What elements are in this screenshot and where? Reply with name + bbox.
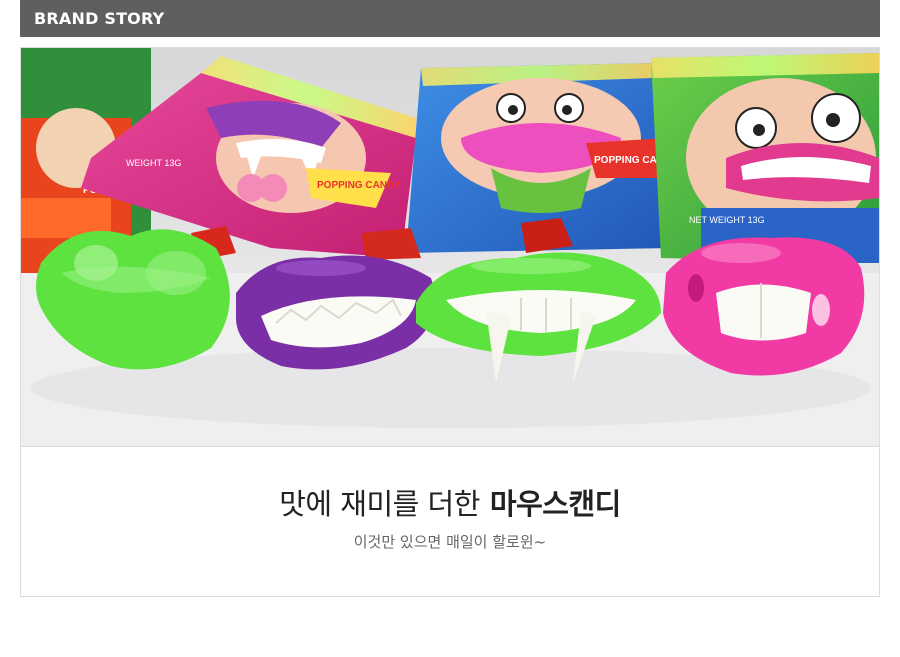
- section-title: BRAND STORY: [34, 9, 165, 28]
- headline-bold: 마우스캔디: [489, 487, 621, 521]
- pack-weight-pink: WEIGHT 13G: [126, 158, 181, 168]
- pink-teeth-candy: [663, 237, 865, 376]
- product-illustration: POPPING CANDY POPPING CANDY WEIGHT 13G: [21, 48, 879, 446]
- candy-pack-green: NET WEIGHT 13G: [651, 53, 879, 263]
- brand-story-section: BRAND STORY POPPING CANDY WEIGHT 13G POP…: [20, 0, 880, 597]
- brand-card: POPPING CANDY POPPING CANDY WEIGHT 13G: [20, 47, 880, 597]
- product-photo: POPPING CANDY POPPING CANDY WEIGHT 13G: [21, 48, 879, 447]
- section-header: BRAND STORY: [20, 0, 880, 37]
- pack-weight-green: NET WEIGHT 13G: [689, 215, 765, 225]
- pack-label-pink: POPPING CANDY: [317, 180, 401, 191]
- subline: 이것만 있으면 매일이 할로윈~: [353, 533, 547, 551]
- headline-light: 맛에 재미를 더한: [279, 487, 480, 521]
- headline: 맛에 재미를 더한 마우스캔디: [21, 481, 879, 523]
- caption-block: 맛에 재미를 더한 마우스캔디 이것만 있으면 매일이 할로윈~: [21, 447, 879, 552]
